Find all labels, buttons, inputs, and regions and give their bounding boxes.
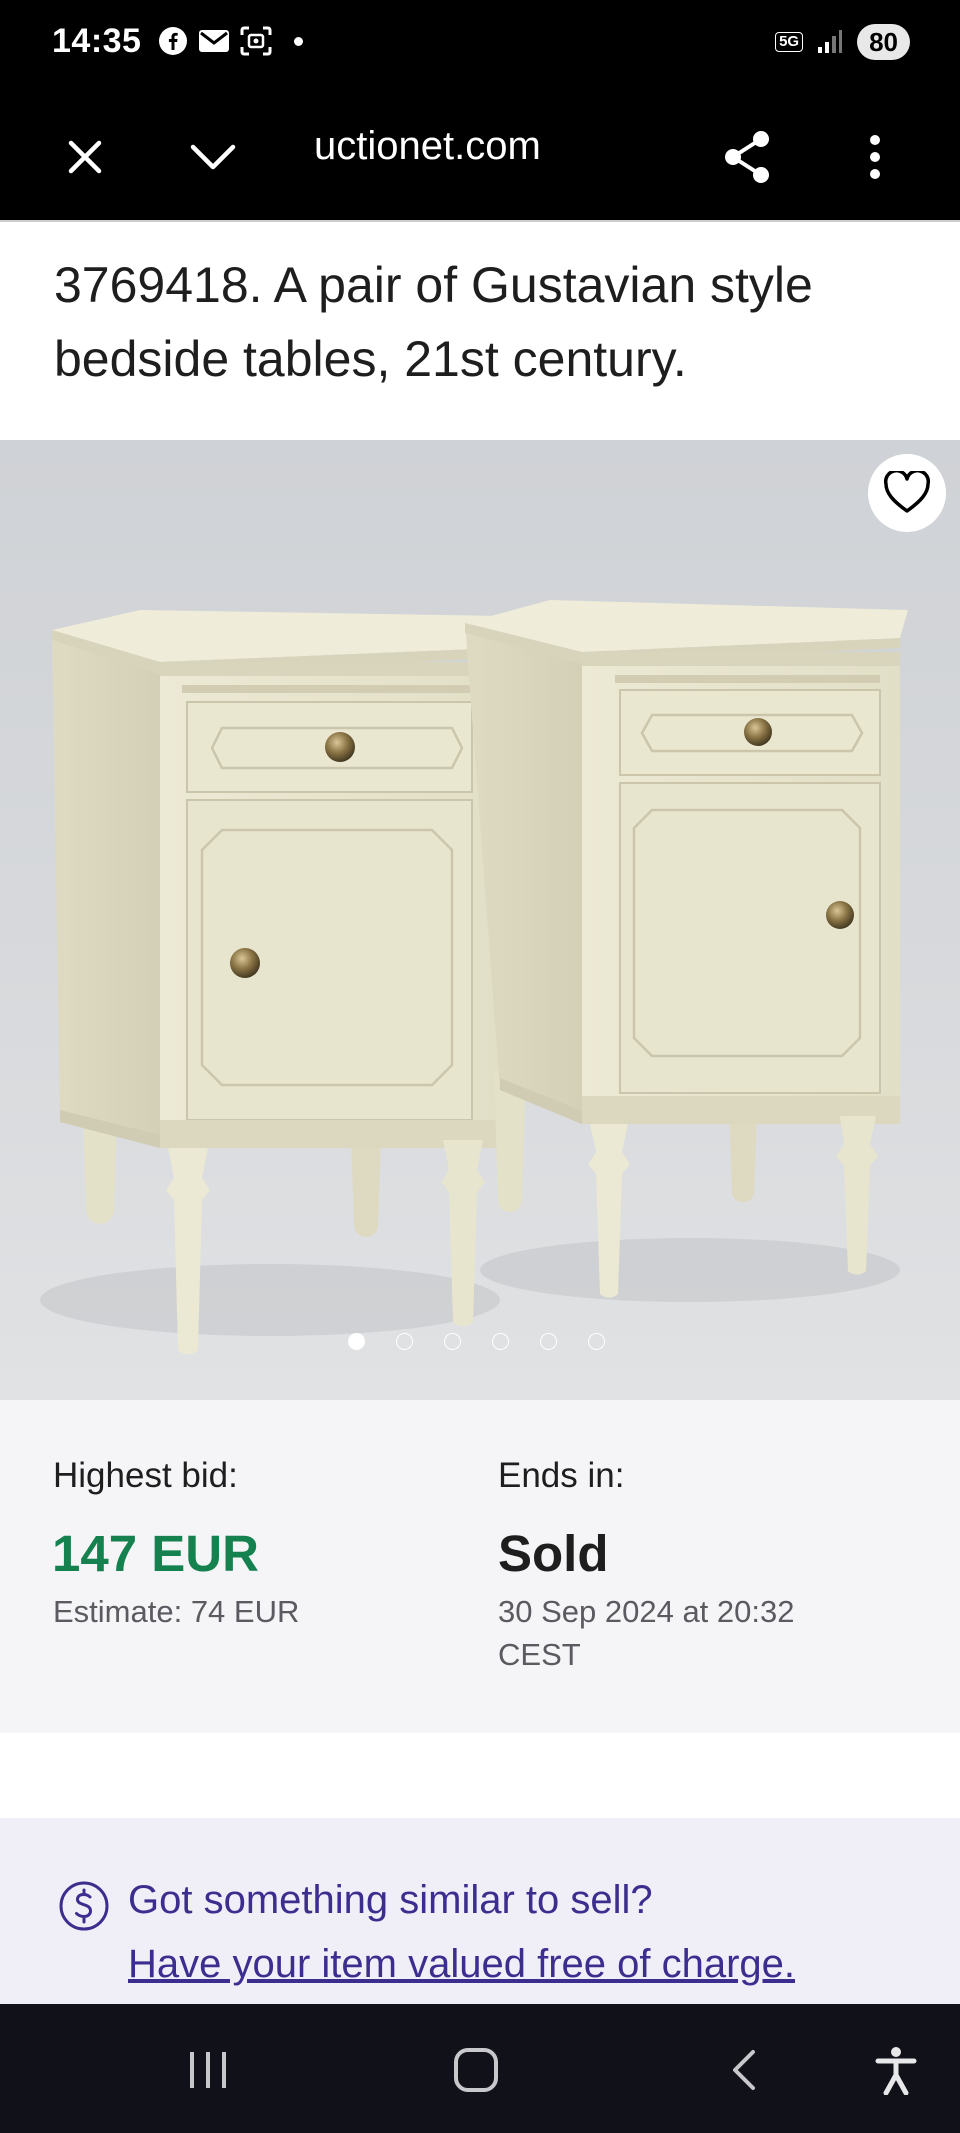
product-image <box>40 600 908 1355</box>
signal-icon <box>818 30 843 53</box>
back-icon <box>733 2050 755 2090</box>
navigation-bar <box>0 2004 960 2133</box>
favorite-button[interactable] <box>868 454 946 532</box>
estimate-text: Estimate: 74 EUR <box>53 1594 300 1629</box>
carousel-dot[interactable] <box>540 1333 557 1350</box>
facebook-icon <box>159 27 187 55</box>
sell-question: Got something similar to sell? <box>128 1878 653 1922</box>
sell-banner: Got something similar to sell? Have your… <box>0 1818 960 2004</box>
recents-button[interactable] <box>170 2032 246 2108</box>
back-button[interactable] <box>706 2032 782 2108</box>
home-icon <box>454 2048 498 2092</box>
left-table <box>52 610 505 1355</box>
highest-bid-label: Highest bid: <box>53 1456 238 1495</box>
highest-bid-value: 147 EUR <box>52 1525 259 1582</box>
minimize-button[interactable] <box>178 122 248 192</box>
more-options-button[interactable] <box>840 122 910 192</box>
recents-icon <box>190 2052 226 2088</box>
share-button[interactable] <box>712 122 782 192</box>
close-icon <box>68 140 102 174</box>
carousel-dot[interactable] <box>492 1333 509 1350</box>
carousel-indicator <box>348 1333 605 1350</box>
home-button[interactable] <box>438 2032 514 2108</box>
browser-toolbar: uctionet.com <box>0 92 960 220</box>
ends-in-label: Ends in: <box>498 1456 625 1495</box>
more-vert-icon <box>870 135 880 179</box>
url-bar[interactable]: uctionet.com <box>314 124 541 169</box>
screenshot-icon <box>240 26 272 56</box>
end-date-line1: 30 Sep 2024 at 20:32 <box>498 1594 795 1629</box>
bidding-info-panel: Highest bid: 147 EUR Estimate: 74 EUR En… <box>0 1400 960 1733</box>
status-bar: 14:35 5G 80 <box>0 0 960 92</box>
battery-icon: 80 <box>857 24 910 60</box>
notification-dot <box>294 36 303 46</box>
lot-title: 3769418. A pair of Gustavian style bedsi… <box>54 257 813 387</box>
notification-icons <box>158 26 303 56</box>
carousel-dot[interactable] <box>396 1333 413 1350</box>
auction-status: Sold <box>498 1525 609 1582</box>
close-tab-button[interactable] <box>50 122 120 192</box>
share-icon <box>725 131 769 183</box>
carousel-dot[interactable] <box>588 1333 605 1350</box>
carousel-dot[interactable] <box>348 1333 365 1350</box>
chevron-down-icon <box>190 144 236 170</box>
dollar-circle-icon <box>59 1881 109 1931</box>
5g-icon: 5G <box>775 32 804 52</box>
right-table <box>465 600 908 1298</box>
system-icons: 5G 80 <box>775 24 910 60</box>
carousel-dot[interactable] <box>444 1333 461 1350</box>
end-date-line2: CEST <box>498 1637 581 1672</box>
accessibility-button[interactable] <box>858 2032 934 2108</box>
heart-icon <box>883 471 931 513</box>
toolbar-divider <box>0 220 960 222</box>
url-text: uctionet.com <box>314 124 541 168</box>
product-image-gallery[interactable] <box>0 440 960 1400</box>
accessibility-icon <box>875 2047 917 2095</box>
status-time: 14:35 <box>52 22 142 60</box>
mail-icon <box>199 30 229 52</box>
valuation-link[interactable]: Have your item valued free of charge. <box>128 1942 795 1987</box>
